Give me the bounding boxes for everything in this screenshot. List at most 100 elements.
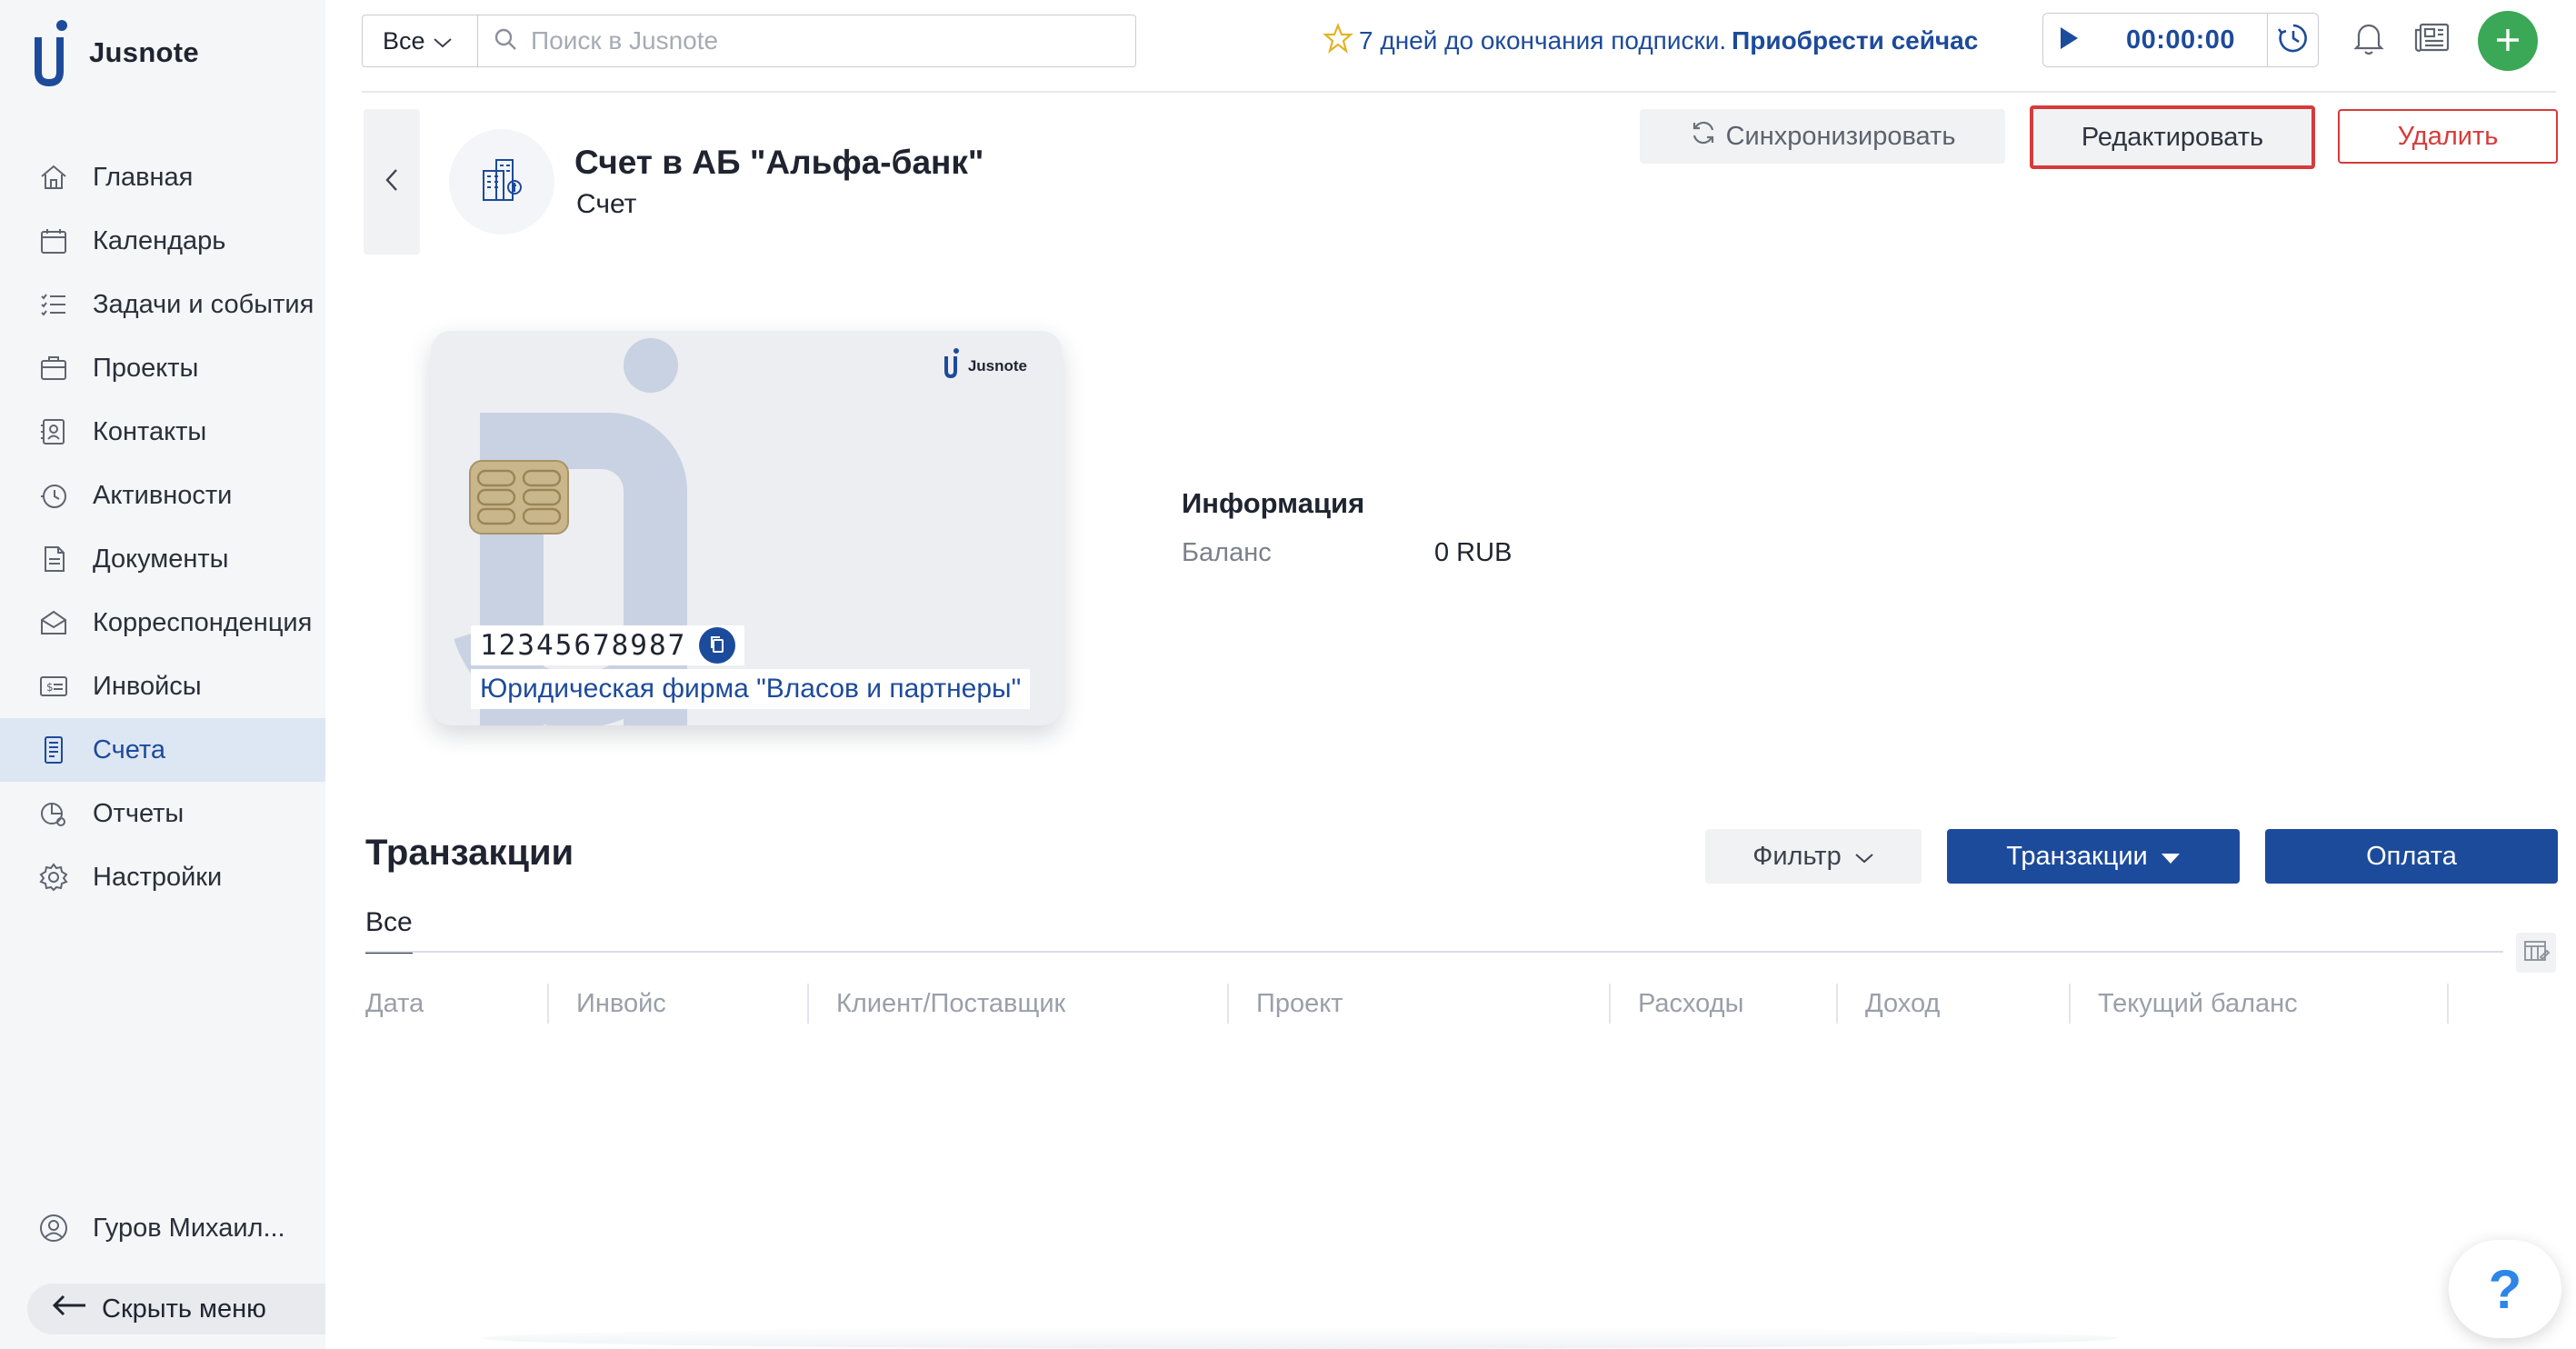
- chevron-down-icon: [1854, 842, 1874, 872]
- sidebar-item-label: Проекты: [93, 353, 199, 383]
- bottom-shadow: [482, 1327, 2118, 1349]
- card-owner: Юридическая фирма "Власов и партнеры": [471, 669, 1031, 709]
- reports-icon: [36, 796, 71, 831]
- transactions-dropdown-button[interactable]: Транзакции: [1947, 829, 2240, 884]
- projects-icon: [36, 351, 71, 385]
- sidebar-item-documents[interactable]: Документы: [0, 527, 325, 591]
- tabs-divider: [365, 951, 2503, 953]
- home-icon: [36, 160, 71, 195]
- sidebar-item-label: Главная: [93, 162, 194, 192]
- search-input[interactable]: [531, 26, 1113, 55]
- activity-icon: [36, 478, 71, 513]
- hide-menu-button[interactable]: Скрыть меню: [27, 1284, 325, 1334]
- hide-menu-label: Скрыть меню: [102, 1294, 266, 1324]
- payment-button[interactable]: Оплата: [2265, 829, 2558, 884]
- timer-history-button[interactable]: [2267, 14, 2318, 66]
- settings-icon: [36, 860, 71, 894]
- sidebar-item-label: Настройки: [93, 862, 223, 892]
- column-separator: [2447, 984, 2449, 1024]
- create-new-button[interactable]: [2478, 11, 2538, 71]
- sidebar-item-label: Активности: [93, 480, 233, 510]
- column-separator: [1609, 984, 1611, 1024]
- column-header-client[interactable]: Клиент/Поставщик: [836, 980, 1065, 1027]
- caret-down-icon: [2161, 842, 2181, 872]
- delete-button[interactable]: Удалить: [2338, 109, 2558, 164]
- search-scope-select[interactable]: Все: [362, 15, 478, 67]
- account-card: Jusnote 12345678987 Юридическая фирма "В…: [431, 331, 1062, 725]
- help-button[interactable]: ?: [2449, 1240, 2561, 1338]
- card-number-value: 12345678987: [480, 629, 687, 662]
- calendar-icon: [36, 224, 71, 258]
- edit-button[interactable]: Редактировать: [2030, 105, 2315, 169]
- help-label: ?: [2488, 1258, 2522, 1320]
- news-button[interactable]: [2411, 18, 2454, 62]
- card-chip-icon: [469, 460, 569, 535]
- column-header-project[interactable]: Проект: [1256, 980, 1343, 1027]
- sidebar-item-home[interactable]: Главная: [0, 145, 325, 209]
- column-header-invoice[interactable]: Инвойс: [576, 980, 666, 1027]
- back-button[interactable]: [364, 109, 420, 255]
- column-header-balance[interactable]: Текущий баланс: [2098, 980, 2298, 1027]
- filter-button[interactable]: Фильтр: [1705, 829, 1922, 884]
- column-separator: [2069, 984, 2071, 1024]
- card-brand: Jusnote: [943, 347, 1027, 385]
- column-separator: [1227, 984, 1229, 1024]
- sidebar-item-label: Задачи и события: [93, 289, 315, 319]
- top-divider: [362, 91, 2556, 93]
- sidebar-item-label: Корреспонденция: [93, 607, 313, 637]
- documents-icon: [36, 542, 71, 576]
- tab-all[interactable]: Все: [365, 907, 413, 954]
- sidebar-item-invoices[interactable]: $ Инвойсы: [0, 655, 325, 718]
- column-separator: [547, 984, 549, 1024]
- sidebar-item-correspondence[interactable]: Корреспонденция: [0, 591, 325, 655]
- page-subtitle: Счет: [576, 189, 637, 219]
- sidebar-item-tasks[interactable]: Задачи и события: [0, 273, 325, 336]
- column-header-income[interactable]: Доход: [1865, 980, 1940, 1027]
- transactions-heading: Транзакции: [365, 833, 574, 873]
- card-brand-name: Jusnote: [967, 356, 1027, 375]
- account-avatar: [449, 129, 554, 235]
- app-name: Jusnote: [89, 36, 199, 68]
- search-scope-value: Все: [383, 26, 425, 55]
- column-header-expenses[interactable]: Расходы: [1638, 980, 1743, 1027]
- app-root: Jusnote Главная Календарь Задачи и событ…: [0, 0, 2576, 1349]
- buy-now-link[interactable]: Приобрести сейчас: [1732, 26, 1978, 55]
- sidebar-item-activity[interactable]: Активности: [0, 464, 325, 527]
- subscription-banner: 7 дней до окончания подписки. Приобрести…: [1323, 20, 1978, 62]
- sidebar-item-label: Контакты: [93, 416, 207, 446]
- sidebar-item-contacts[interactable]: Контакты: [0, 400, 325, 464]
- payment-label: Оплата: [2366, 841, 2457, 871]
- copy-icon: [707, 629, 727, 662]
- sidebar-item-reports[interactable]: Отчеты: [0, 782, 325, 845]
- plus-icon: [2494, 21, 2521, 61]
- sidebar-item-label: Отчеты: [93, 798, 185, 828]
- subscription-text: 7 дней до окончания подписки.: [1359, 26, 1727, 55]
- accounts-icon: [36, 733, 71, 767]
- chevron-down-icon: [433, 27, 453, 55]
- sidebar-item-calendar[interactable]: Календарь: [0, 209, 325, 273]
- app-logo[interactable]: Jusnote: [33, 16, 199, 89]
- sidebar-item-label: Инвойсы: [93, 671, 202, 701]
- filter-label: Фильтр: [1752, 841, 1842, 871]
- sidebar-item-label: Документы: [93, 544, 229, 574]
- search-box: [477, 15, 1136, 67]
- bank-building-icon: [476, 155, 527, 210]
- notifications-button[interactable]: [2347, 18, 2391, 62]
- sidebar-item-projects[interactable]: Проекты: [0, 336, 325, 400]
- newspaper-icon: [2413, 21, 2451, 60]
- svg-text:$: $: [46, 681, 54, 694]
- table-columns-icon: [2522, 937, 2551, 969]
- timer-play-button[interactable]: [2043, 14, 2094, 66]
- time-tracker: 00:00:00: [2042, 13, 2319, 67]
- page-title: Счет в АБ "Альфа-банк": [574, 144, 984, 181]
- user-profile[interactable]: Гуров Михаил...: [0, 1196, 325, 1260]
- sync-button[interactable]: Синхронизировать: [1640, 109, 2005, 164]
- sidebar-item-accounts[interactable]: Счета: [0, 718, 325, 782]
- timer-value: 00:00:00: [2125, 25, 2236, 55]
- sidebar-item-label: Счета: [93, 734, 165, 764]
- transactions-table-header: Дата Инвойс Клиент/Поставщик Проект Расх…: [365, 980, 2456, 1027]
- column-header-date[interactable]: Дата: [365, 980, 424, 1027]
- column-settings-button[interactable]: [2516, 933, 2556, 973]
- sidebar-item-settings[interactable]: Настройки: [0, 845, 325, 909]
- copy-button[interactable]: [699, 627, 736, 664]
